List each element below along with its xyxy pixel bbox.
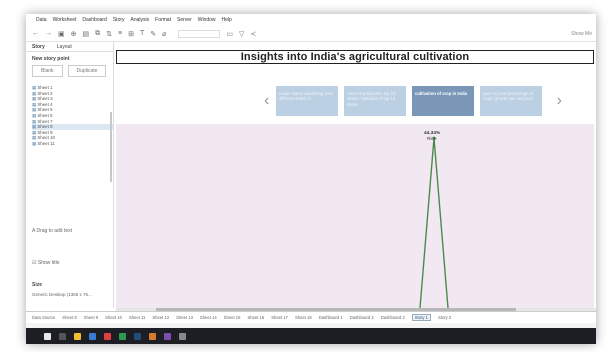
save-icon[interactable]: ▣ xyxy=(58,30,65,38)
menu-item-help[interactable]: Help xyxy=(222,17,232,23)
swap-icon[interactable]: ⇅ xyxy=(106,30,112,38)
sheet-tab-bar: Data Source Sheet 8 Sheet 9 Sheet 10 Sheet 1… xyxy=(26,311,596,323)
sheet-tab[interactable]: Sheet 12 xyxy=(152,315,169,320)
chevron-left-icon[interactable]: ‹ xyxy=(264,92,269,110)
sidebar-tabs: Story Layout xyxy=(26,42,113,52)
redo-icon[interactable]: → xyxy=(45,30,52,37)
menu-item-window[interactable]: Window xyxy=(198,17,216,23)
app-icon[interactable] xyxy=(104,332,111,340)
sheet-tab[interactable]: Dashboard 1 xyxy=(319,315,343,320)
menu-item-dashboard[interactable]: Dashboard xyxy=(82,17,106,23)
sheet-list-item[interactable]: Sheet 11 xyxy=(32,141,113,147)
new-story-point-heading: New story point xyxy=(32,56,70,62)
story-point-3[interactable]: cultivation of crop in India xyxy=(412,86,474,116)
story-sidebar: Story Layout New story point Blank Dupli… xyxy=(26,42,114,308)
presentation-icon[interactable]: ▭ xyxy=(226,30,233,38)
app-icon-3[interactable] xyxy=(149,332,156,340)
sheet-list-scrollbar[interactable] xyxy=(110,112,112,182)
story-point-4[interactable]: year on year percentage of major growth … xyxy=(480,86,542,116)
fit-dropdown[interactable] xyxy=(178,29,221,38)
tab-story[interactable]: Story xyxy=(26,44,51,50)
sheet-tab[interactable]: Dashboard 2 xyxy=(350,315,374,320)
sheet-tab[interactable]: Data Source xyxy=(32,315,55,320)
data-label-crop: Rice xyxy=(427,137,437,142)
menu-item-story[interactable]: Story xyxy=(113,17,125,23)
drag-to-add-text[interactable]: A Drag to add text xyxy=(32,228,72,234)
menu-item-worksheet[interactable]: Worksheet xyxy=(53,17,77,23)
group-icon[interactable]: ⊞ xyxy=(128,30,134,38)
chevron-right-icon[interactable]: › xyxy=(557,92,562,110)
story-title: Insights into India's agricultural culti… xyxy=(240,51,470,63)
folder-icon[interactable] xyxy=(74,332,81,340)
sheet-tab[interactable]: Story 2 xyxy=(438,315,451,320)
tableau-icon[interactable] xyxy=(134,332,141,340)
show-me-label: Show Me xyxy=(571,30,592,37)
sheet-tab[interactable]: Sheet 15 xyxy=(224,315,241,320)
drag-text-label: Drag to add text xyxy=(36,228,73,234)
highlight-icon[interactable]: ✎ xyxy=(150,30,156,38)
blank-button[interactable]: Blank xyxy=(32,65,63,77)
start-icon[interactable] xyxy=(44,332,51,340)
sheet-tab[interactable]: Sheet 17 xyxy=(271,315,288,320)
story-canvas: Insights into India's agricultural culti… xyxy=(116,42,596,308)
sheet-tab[interactable]: Sheet 18 xyxy=(295,315,312,320)
sheet-tab[interactable]: Sheet 13 xyxy=(176,315,193,320)
sheet-tab[interactable]: Sheet 10 xyxy=(105,315,122,320)
menu-item-analysis[interactable]: Analysis xyxy=(131,17,150,23)
format-icon[interactable]: ⌀ xyxy=(162,30,166,38)
sort-icon[interactable]: ≡ xyxy=(118,30,122,37)
story-title-box[interactable]: Insights into India's agricultural culti… xyxy=(116,50,594,64)
menu-item-format[interactable]: Format xyxy=(155,17,171,23)
search-icon[interactable] xyxy=(59,332,66,340)
tab-layout[interactable]: Layout xyxy=(51,44,78,50)
sheet-list: Sheet 1Sheet 2Sheet 3Sheet 4Sheet 5Sheet… xyxy=(26,85,113,181)
sheet-tab[interactable]: Dashboard 3 xyxy=(381,315,405,320)
show-me-button[interactable]: Show Me xyxy=(571,31,592,37)
app-icon-5[interactable] xyxy=(179,332,186,340)
undo-icon[interactable]: ← xyxy=(32,30,39,37)
duplicate-sheet-icon[interactable]: ⧉ xyxy=(95,30,100,38)
story-point-1[interactable]: Indian states visualizing area different… xyxy=(276,86,338,116)
sheet-tab[interactable]: Sheet 16 xyxy=(247,315,264,320)
size-heading: Size xyxy=(32,282,43,288)
show-title-checkbox[interactable]: ☑ Show title xyxy=(32,260,60,266)
sheet-tab[interactable]: Story 1 xyxy=(411,314,431,321)
new-datasource-icon[interactable]: ⊕ xyxy=(71,30,77,38)
size-dropdown[interactable]: Generic Desktop (1366 x 76... xyxy=(32,292,92,297)
line-chart xyxy=(419,136,449,308)
show-title-label: Show title xyxy=(37,260,60,266)
sheet-tab[interactable]: Sheet 14 xyxy=(200,315,217,320)
app-icon-4[interactable] xyxy=(164,332,171,340)
new-sheet-icon[interactable]: ▤ xyxy=(83,30,90,38)
duplicate-button[interactable]: Duplicate xyxy=(67,65,107,77)
menu-item-server[interactable]: Server xyxy=(177,17,192,23)
toolbar: ← → ▣ ⊕ ▤ ⧉ ⇅ ≡ ⊞ T ✎ ⌀ ▭ ▽ ≺ Show Me xyxy=(26,26,596,42)
sheet-tab[interactable]: Sheet 9 xyxy=(84,315,98,320)
menu-bar: Data Worksheet Dashboard Story Analysis Forma… xyxy=(26,14,596,26)
chart-area[interactable]: 44.34% Rice xyxy=(116,124,594,308)
label-icon[interactable]: T xyxy=(140,30,144,37)
story-navigator: ‹ › Indian states visualizing area diffe… xyxy=(264,86,562,116)
app-icon-2[interactable] xyxy=(119,332,126,340)
data-label-value: 44.34% xyxy=(424,131,441,136)
series-line[interactable] xyxy=(419,137,449,308)
new-story-point-buttons: Blank Duplicate xyxy=(26,65,113,77)
browser-icon[interactable] xyxy=(89,332,96,340)
app-window: Data Worksheet Dashboard Story Analysis Forma… xyxy=(26,14,596,344)
sheet-tab[interactable]: Sheet 11 xyxy=(129,315,145,320)
filter-icon[interactable]: ▽ xyxy=(239,30,244,38)
menu-item-data[interactable]: Data xyxy=(36,17,47,23)
story-point-2[interactable]: Area Vs production top 10 states / stati… xyxy=(344,86,406,116)
sheet-tab[interactable]: Sheet 8 xyxy=(62,315,76,320)
share-icon[interactable]: ≺ xyxy=(250,30,256,38)
os-taskbar xyxy=(26,328,596,344)
